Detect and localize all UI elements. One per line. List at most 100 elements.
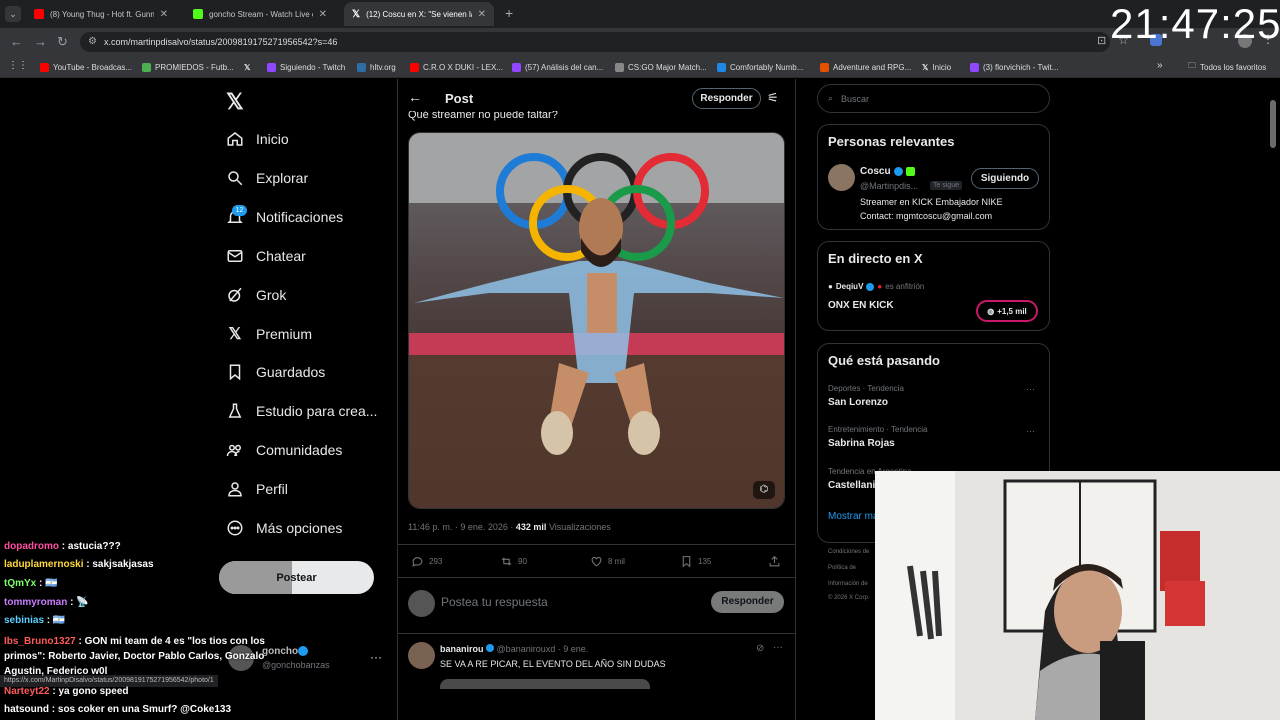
tab-kick[interactable]: goncho Stream - Watch Live on ✕ (185, 2, 335, 26)
account-more-icon[interactable]: ··· (370, 650, 382, 664)
liquipedia-icon (615, 62, 624, 72)
sidebar-item-inicio[interactable]: Inicio (226, 130, 289, 148)
footer-link[interactable]: Política de (828, 565, 856, 571)
trend-name[interactable]: San Lorenzo (828, 397, 888, 408)
site-info-icon[interactable]: ⚙ (88, 36, 97, 47)
x-logo-icon[interactable]: 𝕏 (226, 89, 244, 115)
sidebar-item-guardados[interactable]: Guardados (226, 363, 325, 381)
post-image[interactable]: ⌬ (408, 132, 785, 509)
bookmark[interactable]: 𝕏 (244, 60, 250, 74)
trend-category: Deportes · Tendencia (828, 384, 904, 393)
forward-icon[interactable]: → (34, 34, 47, 49)
avatar: ● (828, 282, 833, 291)
bookmark[interactable]: Adventure and RPG... (820, 60, 911, 74)
sidebar-item-explorar[interactable]: Explorar (226, 169, 308, 187)
header-reply-button[interactable]: Responder (692, 88, 761, 109)
reply-action[interactable]: 293 (411, 555, 442, 568)
tab-title: (8) Young Thug - Hot ft. Gunna (50, 9, 154, 19)
avatar[interactable] (408, 642, 435, 669)
person-handle: @Martinpdis... (860, 181, 919, 191)
post-meta: 11:46 p. m. · 9 ene. 2026 · 432 mil Visu… (408, 522, 611, 532)
bookmark[interactable]: C.R.O X DUKI - LEX... (410, 60, 503, 74)
share-icon (769, 555, 780, 567)
game-icon (820, 62, 829, 72)
chat-message: tQmYx : 🇦🇷 (4, 578, 58, 589)
live-title[interactable]: ONX EN KICK (828, 300, 894, 311)
x-icon: 𝕏 (228, 326, 242, 343)
search-field[interactable]: ⌕ Buscar (817, 84, 1050, 113)
x-logo-icon: 𝕏 (352, 8, 361, 20)
scrollbar-thumb[interactable] (1270, 100, 1276, 148)
chat-message: Ibs_Bruno1327 : GON mi team de 4 es "los… (4, 636, 265, 677)
avatar[interactable] (828, 164, 855, 191)
grok-icon[interactable]: ⊘ (756, 643, 764, 654)
reply-media[interactable] (440, 679, 650, 689)
bookmarks-bar: ⋮⋮ YouTube - Broadcas... PROMIEDOS - Fut… (0, 56, 1280, 78)
bookmark[interactable]: (3) florvichich - Twit... (970, 60, 1058, 74)
like-action[interactable]: 8 mil (590, 555, 625, 568)
address-bar[interactable]: ⚙ x.com/martinpdisalvo/status/2009819175… (80, 32, 1110, 52)
back-icon[interactable]: ← (10, 34, 23, 49)
new-tab-button[interactable]: + (505, 5, 513, 21)
footer-copyright: © 2026 X Corp. (828, 595, 870, 601)
chevron-right-icon[interactable]: » (1157, 60, 1163, 71)
bookmark[interactable]: hltv.org (357, 60, 396, 74)
close-icon[interactable]: ✕ (319, 9, 327, 20)
bookmark[interactable]: 𝕏 Inicio (922, 60, 951, 74)
more-icon[interactable]: ··· (1026, 426, 1035, 436)
grok-icon (228, 287, 242, 302)
sidebar-item-mas-opciones[interactable]: Más opciones (226, 519, 342, 537)
live-host[interactable]: ● DeqiuV ● es anfitrión (828, 282, 924, 291)
sidebar-item-estudio[interactable]: Estudio para crea... (226, 402, 377, 420)
reply-header: bananirou @bananirouxd · 9 ene. (440, 644, 589, 654)
post-button[interactable]: Postear (219, 561, 374, 594)
bookmark[interactable]: (57) Análisis del can... (512, 60, 603, 74)
sidebar-item-chatear[interactable]: Chatear (226, 247, 306, 265)
bookmark[interactable]: YouTube - Broadcas... (40, 60, 132, 74)
verified-icon (866, 282, 875, 291)
more-icon[interactable]: ··· (773, 642, 783, 653)
repost-action[interactable]: 90 (500, 555, 527, 568)
footer-link[interactable]: Información de (828, 581, 868, 587)
kick-icon (905, 167, 915, 176)
chat-message: sebinias : 🇦🇷 (4, 615, 66, 626)
trend-name[interactable]: Sabrina Rojas (828, 438, 895, 449)
all-bookmarks[interactable]: 🗀 Todos los favoritos (1188, 60, 1266, 74)
reload-icon[interactable]: ↻ (57, 34, 68, 50)
following-button[interactable]: Siguiendo (971, 168, 1039, 189)
close-icon[interactable]: ✕ (160, 9, 168, 20)
follows-you-badge: Te sigue (930, 181, 963, 190)
youtube-icon (34, 9, 44, 19)
bookmark[interactable]: CS:GO Major Match... (615, 60, 707, 74)
tab-search-button[interactable]: ⌄ (5, 6, 21, 22)
bookmark[interactable]: PROMIEDOS - Futb... (142, 60, 234, 74)
sliders-icon[interactable]: ⚟ (767, 90, 779, 106)
sidebar-item-premium[interactable]: 𝕏 Premium (226, 324, 312, 344)
card-title: En directo en X (828, 251, 923, 266)
bookmark-action[interactable]: 135 (680, 555, 711, 568)
bookmark[interactable]: Comfortably Numb... (717, 60, 803, 74)
sidebar-item-comunidades[interactable]: Comunidades (226, 441, 342, 459)
grok-image-icon[interactable]: ⌬ (753, 481, 775, 499)
close-icon[interactable]: ✕ (478, 9, 486, 20)
verified-icon (298, 646, 308, 656)
reply-input[interactable]: Postea tu respuesta (441, 595, 548, 609)
trend-name[interactable]: Castellani (828, 480, 875, 491)
reply-submit-button[interactable]: Responder (711, 591, 784, 613)
back-arrow-icon[interactable]: ← (408, 89, 422, 105)
search-icon (228, 171, 243, 186)
tab-youtube[interactable]: (8) Young Thug - Hot ft. Gunna ✕ (26, 2, 176, 26)
bookmark[interactable]: Siguiendo - Twitch (267, 60, 345, 74)
sidebar-item-grok[interactable]: Grok (226, 286, 286, 304)
person-bio: Streamer en KICK Embajador NIKE (860, 197, 1003, 207)
sidebar-item-perfil[interactable]: Perfil (226, 480, 288, 498)
share-action[interactable] (768, 555, 781, 568)
live-listeners[interactable]: ◍ +1,5 mil (976, 300, 1038, 322)
footer-link[interactable]: Condiciones de (828, 549, 869, 555)
person-name[interactable]: Coscu (860, 166, 915, 177)
more-icon[interactable]: ··· (1026, 384, 1035, 394)
person-icon (228, 482, 242, 497)
tab-x-active[interactable]: 𝕏 (12) Coscu en X: "Se vienen las ✕ (344, 2, 494, 26)
apps-icon[interactable]: ⋮⋮ (8, 60, 28, 71)
install-icon[interactable]: ⊡ (1097, 34, 1106, 47)
